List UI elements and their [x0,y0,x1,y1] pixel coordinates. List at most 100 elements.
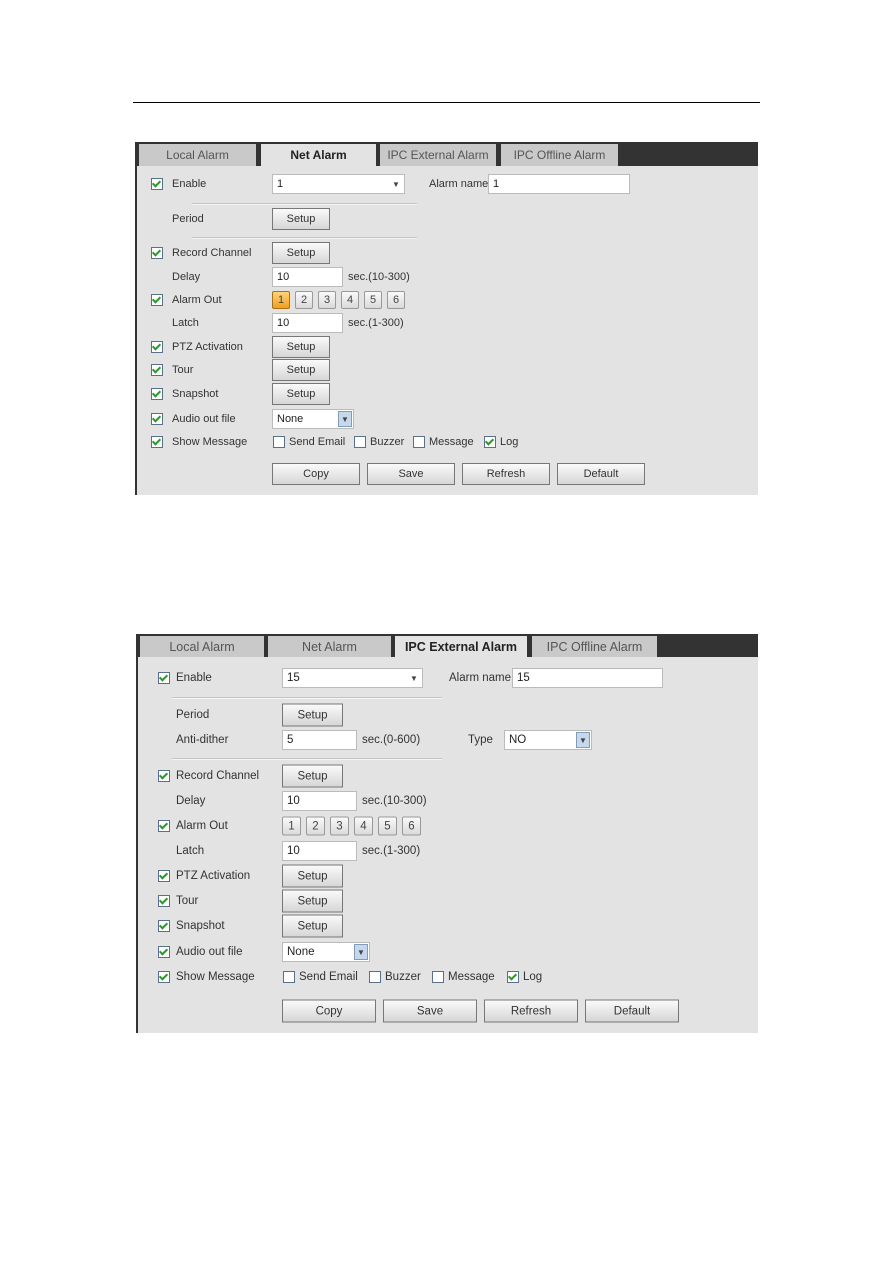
alarm-out-channel-button[interactable]: 3 [330,816,349,836]
alarm-out-channel-button[interactable]: 6 [402,816,421,836]
save-button[interactable]: Save [383,999,477,1023]
audio-out-file-select-value: None [287,946,315,958]
audio-out-file-select-value: None [277,413,304,425]
default-button[interactable]: Default [557,463,645,485]
copy-button[interactable]: Copy [272,463,360,485]
snapshot-setup-button[interactable]: Setup [272,383,330,405]
delay-label: Delay [176,795,206,807]
audio-out-file-select[interactable]: None ▼ [272,409,354,429]
ptz-activation-label: PTZ Activation [172,341,243,353]
tour-checkbox[interactable] [158,895,170,907]
tour-setup-button[interactable]: Setup [272,359,330,381]
enable-checkbox[interactable] [151,178,163,190]
tab-net-alarm[interactable]: Net Alarm [261,144,376,166]
tab-net-alarm[interactable]: Net Alarm [268,636,391,657]
record-channel-setup-button[interactable]: Setup [272,242,330,264]
section-divider [172,697,442,699]
tab-bar: Local Alarm Net Alarm IPC External Alarm IP… [137,142,758,166]
tab-ipc-offline-alarm[interactable]: IPC Offline Alarm [532,636,657,657]
refresh-button[interactable]: Refresh [462,463,550,485]
show-message-label: Show Message [176,971,255,983]
chevron-down-icon[interactable]: ▼ [354,944,368,960]
default-button[interactable]: Default [585,999,679,1023]
message-checkbox[interactable] [413,436,425,448]
snapshot-checkbox[interactable] [158,920,170,932]
alarm-channel-select[interactable]: 15 ▼ [282,668,423,688]
ptz-activation-label: PTZ Activation [176,870,251,882]
chevron-down-icon[interactable]: ▼ [576,732,590,748]
latch-input[interactable]: 10 [272,313,343,333]
record-channel-checkbox[interactable] [158,770,170,782]
alarm-out-channel-button[interactable]: 5 [364,291,382,309]
record-channel-setup-button[interactable]: Setup [282,764,343,788]
tab-ipc-offline-alarm[interactable]: IPC Offline Alarm [501,144,618,166]
tour-label: Tour [176,895,199,907]
send-email-checkbox[interactable] [283,971,295,983]
refresh-button[interactable]: Refresh [484,999,578,1023]
alarm-out-channel-button[interactable]: 4 [354,816,373,836]
tab-bar: Local Alarm Net Alarm IPC External Alarm IP… [138,634,758,657]
alarm-name-input[interactable]: 15 [512,668,663,688]
alarm-out-channel-button[interactable]: 3 [318,291,336,309]
tour-checkbox[interactable] [151,364,163,376]
delay-input[interactable]: 10 [272,267,343,287]
log-checkbox[interactable] [507,971,519,983]
record-channel-checkbox[interactable] [151,247,163,259]
alarm-name-input[interactable]: 1 [488,174,630,194]
tour-setup-button[interactable]: Setup [282,889,343,913]
delay-range: sec.(10-300) [362,795,427,807]
tab-ipc-external-alarm[interactable]: IPC External Alarm [395,636,527,657]
show-message-checkbox[interactable] [158,971,170,983]
alarm-out-channel-button[interactable]: 6 [387,291,405,309]
record-channel-label: Record Channel [172,247,252,259]
ptz-activation-checkbox[interactable] [158,870,170,882]
alarm-out-checkbox[interactable] [158,820,170,832]
audio-out-file-select[interactable]: None ▼ [282,942,370,962]
chevron-down-icon[interactable]: ▼ [338,411,352,427]
ptz-activation-setup-button[interactable]: Setup [282,864,343,888]
type-label: Type [468,734,493,746]
snapshot-setup-button[interactable]: Setup [282,914,343,938]
delay-input[interactable]: 10 [282,791,357,811]
alarm-out-channel-button[interactable]: 5 [378,816,397,836]
send-email-checkbox[interactable] [273,436,285,448]
alarm-out-checkbox[interactable] [151,294,163,306]
snapshot-checkbox[interactable] [151,388,163,400]
alarm-settings-panel: Local Alarm Net Alarm IPC External Alarm IP… [135,142,758,495]
audio-out-file-checkbox[interactable] [158,946,170,958]
save-button[interactable]: Save [367,463,455,485]
tab-ipc-external-alarm[interactable]: IPC External Alarm [380,144,496,166]
audio-out-file-checkbox[interactable] [151,413,163,425]
type-select[interactable]: NO ▼ [504,730,592,750]
buzzer-checkbox[interactable] [354,436,366,448]
anti-dither-input[interactable]: 5 [282,730,357,750]
latch-input[interactable]: 10 [282,841,357,861]
enable-checkbox[interactable] [158,672,170,684]
type-select-value: NO [509,734,527,746]
period-label: Period [172,213,204,225]
buzzer-checkbox[interactable] [369,971,381,983]
message-label: Message [448,971,495,983]
send-email-label: Send Email [289,436,346,448]
period-setup-button[interactable]: Setup [272,208,330,230]
message-checkbox[interactable] [432,971,444,983]
ptz-activation-checkbox[interactable] [151,341,163,353]
alarm-out-channel-button[interactable]: 2 [295,291,313,309]
alarm-out-label: Alarm Out [176,820,228,832]
alarm-out-channel-button[interactable]: 1 [282,816,301,836]
ptz-activation-setup-button[interactable]: Setup [272,336,330,358]
alarm-name-label: Alarm name [429,178,489,190]
alarm-channel-select[interactable]: 1 ▼ [272,174,405,194]
copy-button[interactable]: Copy [282,999,376,1023]
period-setup-button[interactable]: Setup [282,703,343,727]
tab-local-alarm[interactable]: Local Alarm [140,636,264,657]
tab-local-alarm[interactable]: Local Alarm [139,144,256,166]
chevron-down-icon[interactable]: ▼ [407,670,421,686]
alarm-out-channel-button[interactable]: 1 [272,291,290,309]
alarm-out-channel-button[interactable]: 4 [341,291,359,309]
log-checkbox[interactable] [484,436,496,448]
chevron-down-icon[interactable]: ▼ [389,176,403,192]
section-divider [192,203,417,205]
alarm-out-channel-button[interactable]: 2 [306,816,325,836]
show-message-checkbox[interactable] [151,436,163,448]
